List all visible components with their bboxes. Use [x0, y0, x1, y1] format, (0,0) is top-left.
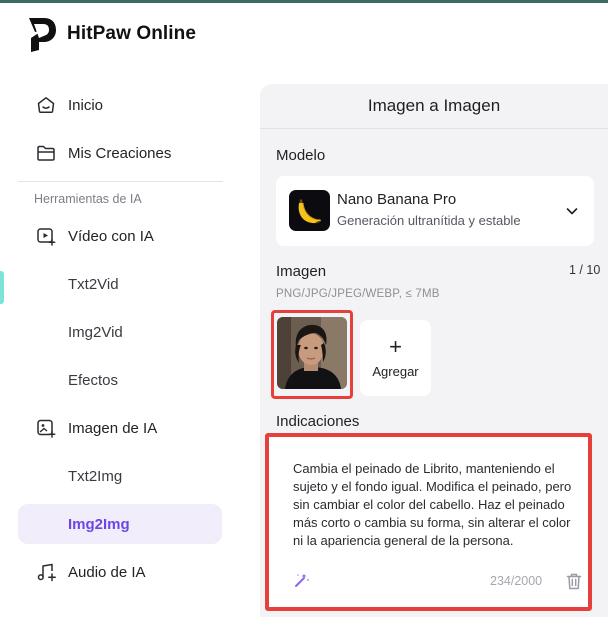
plus-icon: + — [389, 334, 402, 359]
image-ai-icon — [37, 419, 56, 438]
sidebar-item-label: Audio de IA — [68, 563, 146, 581]
sidebar-item-txt2img[interactable]: Txt2Img — [18, 456, 222, 496]
model-description: Generación ultranítida y estable — [337, 213, 521, 228]
prompt-label: Indicaciones — [276, 413, 360, 430]
sidebar-item-img2vid[interactable]: Img2Vid — [18, 312, 222, 352]
video-ai-icon — [37, 228, 56, 246]
image-label: Imagen — [276, 263, 327, 280]
prompt-highlight: Cambia el peinado de Librito, manteniend… — [265, 433, 592, 611]
music-icon — [37, 563, 56, 582]
add-image-button[interactable]: + Agregar — [360, 320, 431, 396]
top-accent-line — [0, 0, 608, 3]
hitpaw-logo-icon — [29, 18, 56, 52]
magic-wand-icon[interactable] — [293, 571, 311, 589]
image-count: 1 / 10 — [569, 263, 601, 277]
sidebar-item-label: Imagen de IA — [68, 419, 158, 437]
sidebar-item-label: Txt2Img — [68, 467, 123, 485]
sidebar-item-label: Img2Img — [68, 515, 130, 533]
panel-divider — [260, 128, 608, 129]
sidebar-collapse-handle[interactable] — [0, 271, 4, 304]
sidebar-divider — [18, 181, 223, 182]
home-icon — [37, 97, 55, 114]
sidebar-item-label: Mis Creaciones — [68, 144, 172, 162]
sidebar-item-efectos[interactable]: Efectos — [18, 360, 222, 400]
character-count: 234/2000 — [490, 574, 543, 588]
uploaded-image-thumbnail[interactable] — [277, 317, 347, 389]
image-formats-hint: PNG/JPG/JPEG/WEBP, ≤ 7MB — [276, 288, 440, 300]
sidebar-item-imagen-ia[interactable]: Imagen de IA — [18, 408, 222, 448]
portrait-image — [277, 317, 347, 389]
folder-icon — [37, 145, 55, 161]
sidebar-item-label: Txt2Vid — [68, 275, 119, 293]
sidebar-item-mis-creaciones[interactable]: Mis Creaciones — [18, 133, 222, 173]
sidebar-item-inicio[interactable]: Inicio — [18, 85, 222, 125]
chevron-down-icon — [566, 208, 578, 215]
brand-name: HitPaw Online — [67, 23, 197, 44]
model-thumbnail — [289, 190, 330, 231]
sidebar-item-video-ia[interactable]: Vídeo con IA — [18, 216, 222, 256]
model-selector[interactable]: Nano Banana Pro Generación ultranítida y… — [276, 176, 594, 246]
sidebar-item-label: Img2Vid — [68, 323, 123, 341]
uploaded-image-highlight — [271, 310, 353, 399]
sidebar-item-label: Inicio — [68, 96, 104, 114]
sidebar-item-audio-ia[interactable]: Audio de IA — [18, 552, 222, 592]
brand-logo[interactable]: HitPaw Online — [27, 14, 196, 54]
sidebar-section-label: Herramientas de IA — [34, 192, 142, 206]
banana-icon — [298, 199, 321, 224]
image-to-image-panel: Imagen a Imagen Modelo Nano Banana Pro G… — [260, 84, 608, 617]
prompt-textarea[interactable]: Cambia el peinado de Librito, manteniend… — [293, 460, 575, 550]
sidebar-item-txt2vid[interactable]: Txt2Vid — [18, 264, 222, 304]
add-image-label: Agregar — [372, 364, 419, 379]
sidebar-item-label: Vídeo con IA — [68, 227, 154, 245]
sidebar-item-label: Efectos — [68, 371, 119, 389]
trash-icon[interactable] — [566, 573, 582, 590]
sidebar-item-img2img[interactable]: Img2Img — [18, 504, 222, 544]
panel-title: Imagen a Imagen — [367, 96, 501, 115]
model-name: Nano Banana Pro — [337, 191, 457, 208]
model-label: Modelo — [276, 147, 326, 164]
